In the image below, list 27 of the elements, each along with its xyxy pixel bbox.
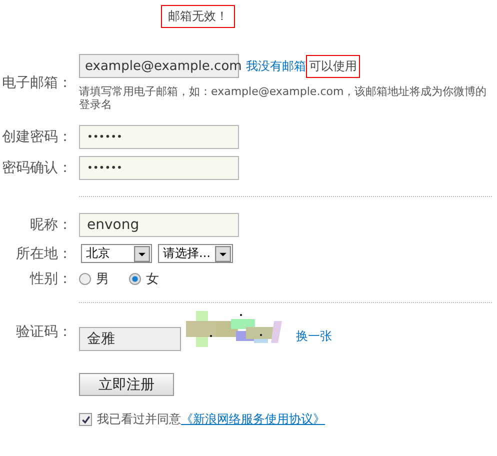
radio-option[interactable]: 男 — [79, 270, 129, 288]
dropdown[interactable]: 北京 — [81, 244, 152, 263]
password-field[interactable]: •••••• — [79, 156, 239, 180]
status-message: 可以使用 — [306, 54, 360, 78]
field-label: 密码确认： — [1, 159, 72, 177]
caret-icon — [134, 246, 150, 262]
hint-text: 请填写常用电子邮箱，如：example@example.com，该邮箱地址将成为你微博的登录名 — [79, 85, 488, 111]
error-message: 邮箱无效！ — [161, 5, 235, 28]
field-label: 昵称： — [29, 216, 72, 234]
no-email-link[interactable]: 我没有邮箱 — [246, 58, 306, 74]
field-label: 所在地： — [15, 244, 72, 262]
checkbox[interactable] — [79, 413, 92, 426]
field-label: 电子邮箱： — [1, 74, 72, 92]
agreement-link[interactable]: 《新浪网络服务使用协议》 — [181, 411, 325, 428]
field-label: 创建密码： — [1, 128, 72, 146]
nickname-field[interactable]: envong — [79, 213, 239, 237]
field-label: 验证码： — [15, 323, 72, 341]
field-label: 性别： — [28, 270, 72, 288]
radio-option[interactable]: 女 — [129, 270, 179, 288]
caret-icon — [215, 246, 231, 262]
password-field[interactable]: •••••• — [79, 125, 239, 149]
register-button[interactable]: 立即注册 — [79, 373, 174, 396]
captcha-field[interactable]: 金雅 — [79, 327, 181, 351]
agreement-text: 我已看过并同意 — [97, 411, 181, 428]
dropdown[interactable]: 请选择... — [158, 244, 233, 263]
refresh-link[interactable]: 换一张 — [296, 328, 332, 345]
email-field[interactable]: example@example.com — [79, 54, 239, 78]
